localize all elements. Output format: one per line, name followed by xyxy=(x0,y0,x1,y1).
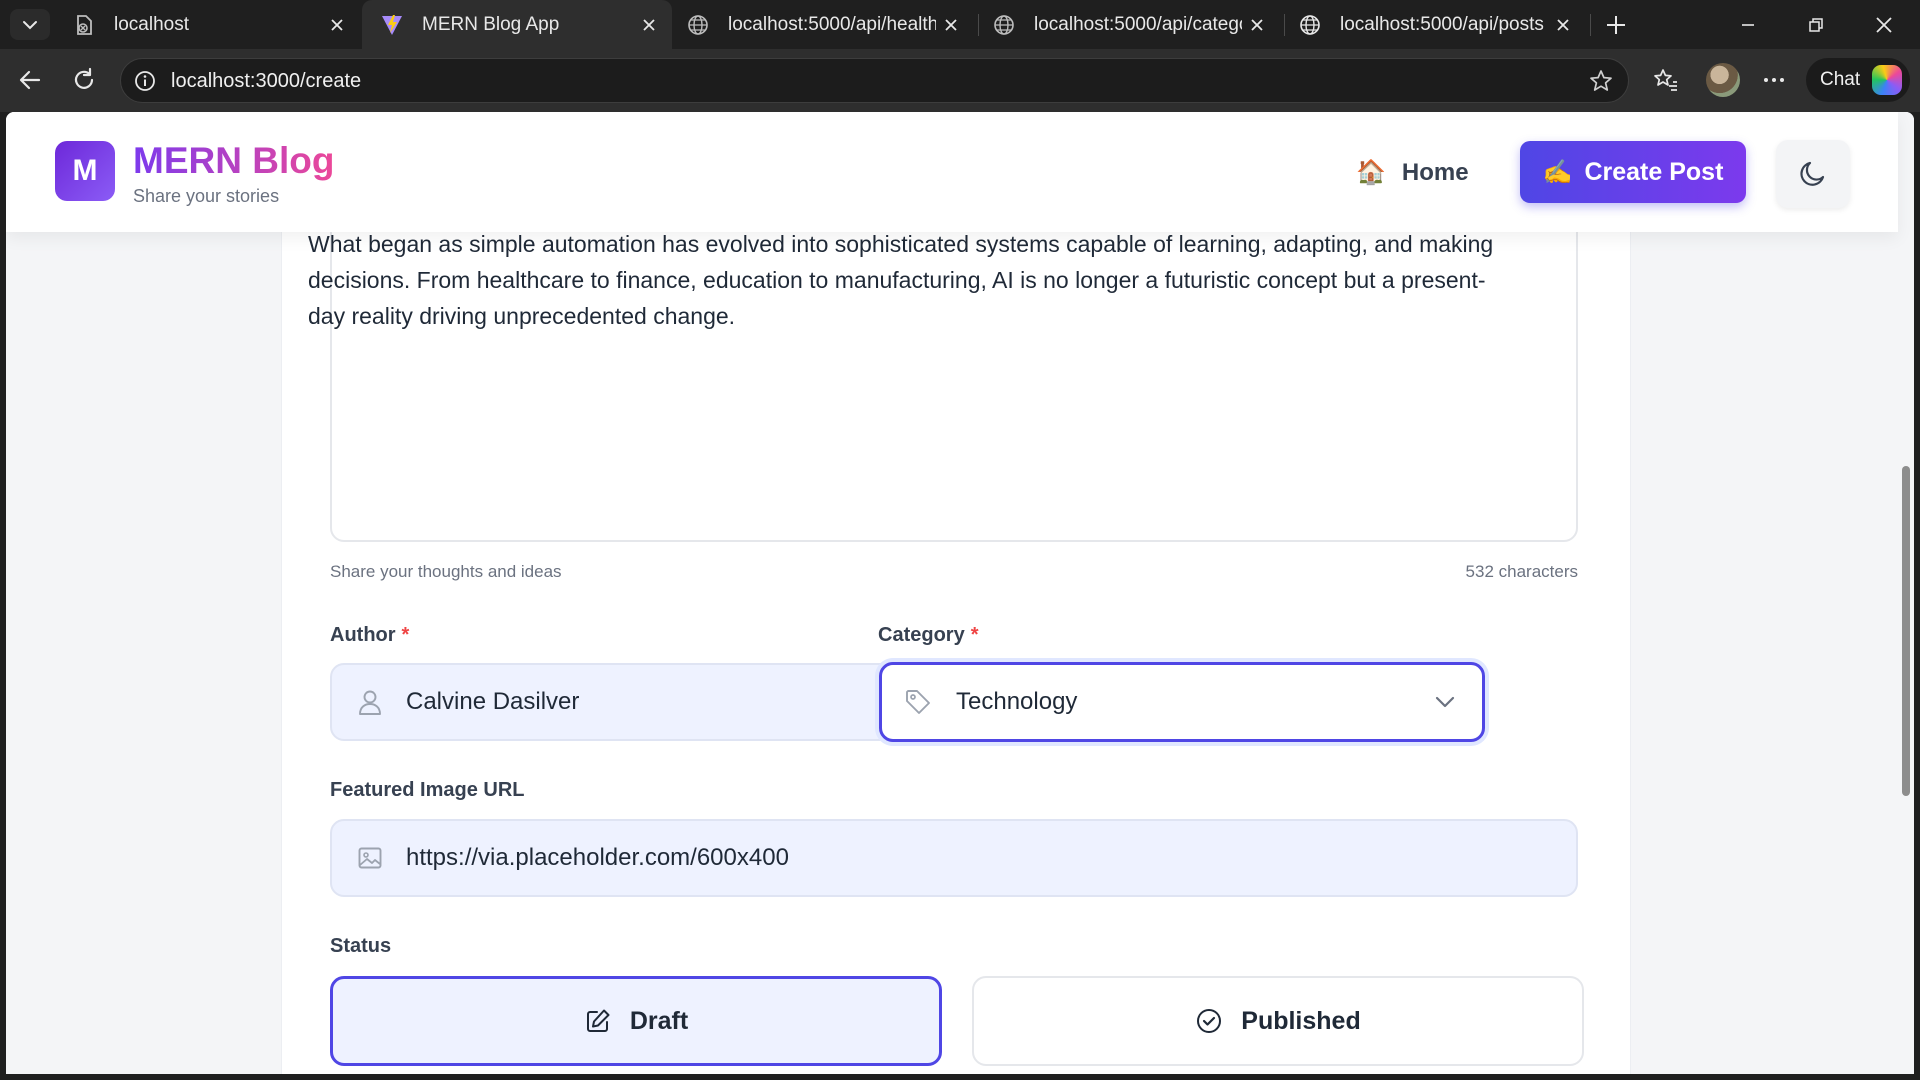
profile-avatar[interactable] xyxy=(1706,63,1740,97)
close-window-button[interactable] xyxy=(1852,0,1916,49)
close-icon[interactable] xyxy=(1548,10,1578,40)
minimize-button[interactable] xyxy=(1716,0,1780,49)
image-icon xyxy=(356,844,384,872)
star-icon[interactable] xyxy=(1588,68,1614,94)
category-value: Technology xyxy=(956,688,1078,715)
more-dots-icon xyxy=(1764,78,1784,82)
status-published-label: Published xyxy=(1241,1006,1361,1035)
scrollbar-thumb[interactable] xyxy=(1902,466,1910,796)
reload-icon xyxy=(74,67,94,89)
globe-icon xyxy=(1298,13,1322,37)
browser-tab-mern-blog[interactable]: MERN Blog App xyxy=(362,0,672,49)
more-menu-button[interactable] xyxy=(1754,60,1794,100)
back-button[interactable] xyxy=(10,60,50,100)
minimize-icon xyxy=(1742,23,1754,26)
address-bar[interactable]: localhost:3000/create xyxy=(120,58,1629,103)
close-icon[interactable] xyxy=(1242,10,1272,40)
home-label: Home xyxy=(1401,158,1469,186)
close-icon[interactable] xyxy=(634,10,664,40)
edit-icon xyxy=(584,1007,612,1035)
plus-icon xyxy=(1607,16,1625,34)
info-icon[interactable] xyxy=(133,69,157,93)
image-url-value: https://via.placeholder.com/600x400 xyxy=(406,844,789,871)
status-option-published[interactable]: Published xyxy=(972,976,1584,1066)
image-url-input[interactable]: https://via.placeholder.com/600x400 xyxy=(330,819,1578,897)
content-text: What began as simple automation has evol… xyxy=(308,231,1494,329)
copilot-chat-button[interactable]: Chat xyxy=(1806,58,1910,102)
create-post-label: Create Post xyxy=(1584,157,1724,186)
writing-hand-icon: ✍️ xyxy=(1542,158,1573,186)
browser-tab-api-health[interactable]: localhost:5000/api/health xyxy=(668,0,974,49)
globe-icon xyxy=(992,13,1016,37)
arrow-left-icon xyxy=(19,70,41,90)
favorites-button[interactable] xyxy=(1646,60,1686,100)
close-icon xyxy=(1876,16,1892,33)
category-label-text: Category xyxy=(878,624,965,646)
author-input[interactable]: Calvine Dasilver xyxy=(330,663,936,741)
vite-logo-icon xyxy=(380,13,404,37)
required-mark: * xyxy=(401,624,410,646)
browser-tabstrip: localhost MERN Blog App localhost:5000/a… xyxy=(0,0,1920,49)
window-bottom-border xyxy=(0,1074,1920,1080)
tab-title: localhost xyxy=(114,13,189,35)
theme-toggle-button[interactable] xyxy=(1776,140,1850,208)
check-circle-icon xyxy=(1195,1007,1223,1035)
chevron-down-icon xyxy=(23,20,37,29)
browser-tab-localhost[interactable]: localhost xyxy=(54,0,360,49)
brand-subtitle: Share your stories xyxy=(133,186,280,206)
character-count: 532 characters xyxy=(1465,562,1578,581)
page-scrollbar[interactable] xyxy=(1898,112,1914,1074)
new-tab-button[interactable] xyxy=(1599,9,1633,41)
author-label-text: Author xyxy=(330,624,396,646)
author-value: Calvine Dasilver xyxy=(406,688,580,715)
nav-home-link[interactable]: 🏠 Home xyxy=(1356,158,1469,187)
status-option-draft[interactable]: Draft xyxy=(330,976,942,1066)
tab-separator xyxy=(1590,14,1591,36)
house-icon: 🏠 xyxy=(1356,159,1386,186)
status-draft-label: Draft xyxy=(629,1006,689,1035)
close-icon[interactable] xyxy=(322,10,352,40)
restore-button[interactable] xyxy=(1784,0,1848,49)
tab-title: localhost:5000/api/posts xyxy=(1340,13,1544,35)
close-icon[interactable] xyxy=(936,10,966,40)
required-mark: * xyxy=(970,624,979,646)
chat-label: Chat xyxy=(1820,69,1861,90)
logo[interactable]: M xyxy=(55,141,115,201)
category-label: Category * xyxy=(878,624,979,647)
tab-title: localhost:5000/api/categor xyxy=(1034,13,1242,35)
content-hint: Share your thoughts and ideas xyxy=(330,562,562,581)
tab-title: MERN Blog App xyxy=(422,13,560,35)
category-select[interactable]: Technology xyxy=(879,662,1485,742)
broken-page-icon xyxy=(72,13,96,37)
favorites-icon xyxy=(1654,69,1677,91)
image-url-label: Featured Image URL xyxy=(330,779,525,801)
tab-title: localhost:5000/api/health xyxy=(728,13,936,35)
restore-icon xyxy=(1809,17,1823,32)
browser-toolbar: localhost:3000/create Chat xyxy=(0,49,1920,112)
create-post-form-card: What began as simple automation has evol… xyxy=(281,112,1631,1074)
chevron-down-icon xyxy=(1430,687,1460,717)
copilot-icon xyxy=(1872,65,1902,95)
reload-button[interactable] xyxy=(64,60,104,100)
tab-actions-menu-button[interactable] xyxy=(10,9,50,40)
app-header: M MERN Blog Share your stories 🏠 Home ✍️… xyxy=(6,112,1898,232)
tag-icon xyxy=(904,688,932,716)
user-icon xyxy=(356,688,384,716)
url-text: localhost:3000/create xyxy=(171,70,362,92)
create-post-button[interactable]: ✍️ Create Post xyxy=(1520,141,1746,203)
moon-icon xyxy=(1800,161,1825,186)
brand-title[interactable]: MERN Blog xyxy=(133,140,334,182)
status-label: Status xyxy=(330,935,392,957)
browser-tab-api-categories[interactable]: localhost:5000/api/categor xyxy=(974,0,1280,49)
browser-tab-api-posts[interactable]: localhost:5000/api/posts xyxy=(1280,0,1586,49)
author-label: Author * xyxy=(330,624,409,647)
page-viewport: What began as simple automation has evol… xyxy=(6,112,1914,1074)
globe-icon xyxy=(686,13,710,37)
